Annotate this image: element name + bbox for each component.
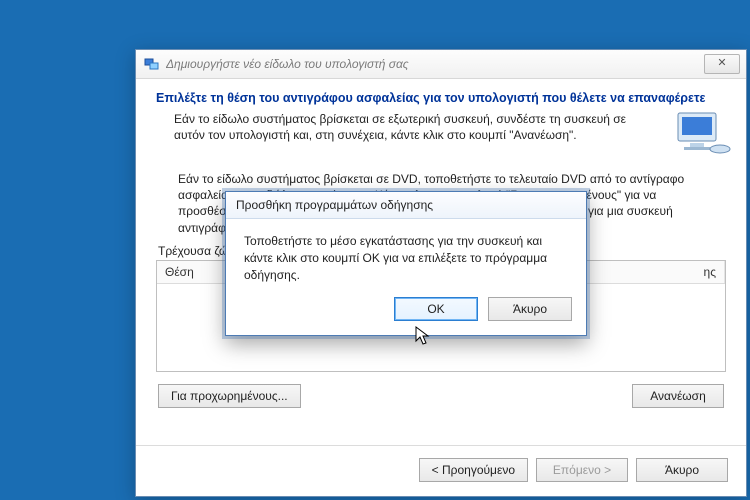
- cancel-button[interactable]: Άκυρο: [636, 458, 728, 482]
- titlebar: Δημιουργήστε νέο είδωλο του υπολογιστή σ…: [136, 50, 746, 79]
- mid-button-row: Για προχωρημένους... Ανανέωση: [158, 384, 724, 408]
- next-button[interactable]: Επόμενο >: [536, 458, 628, 482]
- intro-row: Εάν το είδωλο συστήματος βρίσκεται σε εξ…: [156, 111, 726, 159]
- computer-icon: [672, 109, 732, 159]
- refresh-button[interactable]: Ανανέωση: [632, 384, 724, 408]
- dialog-cancel-button[interactable]: Άκυρο: [488, 297, 572, 321]
- add-drivers-dialog: Προσθήκη προγραμμάτων οδήγησης Τοποθετήσ…: [225, 191, 587, 336]
- page-heading: Επιλέξτε τη θέση του αντιγράφου ασφαλεία…: [156, 91, 726, 105]
- window-title: Δημιουργήστε νέο είδωλο του υπολογιστή σ…: [166, 57, 704, 71]
- dialog-title: Προσθήκη προγραμμάτων οδήγησης: [226, 192, 586, 219]
- back-button[interactable]: < Προηγούμενο: [419, 458, 528, 482]
- wizard-nav-buttons: < Προηγούμενο Επόμενο > Άκυρο: [419, 458, 728, 482]
- dialog-buttons: OK Άκυρο: [226, 289, 586, 335]
- app-icon: [144, 56, 160, 72]
- advanced-button[interactable]: Για προχωρημένους...: [158, 384, 301, 408]
- ok-button[interactable]: OK: [394, 297, 478, 321]
- dialog-body: Τοποθετήστε το μέσο εγκατάστασης για την…: [226, 219, 586, 289]
- separator: [136, 445, 746, 446]
- close-button[interactable]: ✕: [704, 54, 740, 74]
- intro-text: Εάν το είδωλο συστήματος βρίσκεται σε εξ…: [156, 111, 660, 159]
